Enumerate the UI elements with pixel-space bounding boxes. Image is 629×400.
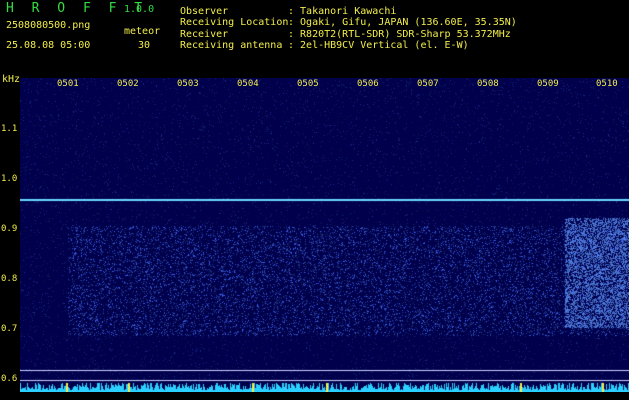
location-value: : Ogaki, Gifu, JAPAN (136.60E, 35.35N) [288, 17, 517, 28]
y-tick: 1.0 [1, 174, 18, 184]
x-tick: 0502 [117, 79, 139, 89]
x-tick: 0510 [596, 79, 618, 89]
antenna-key: Receiving antenna [180, 40, 283, 51]
observer-value: : Takanori Kawachi [288, 6, 397, 17]
meteor-count: 30 [138, 40, 151, 51]
y-axis-unit: kHz [2, 74, 21, 85]
antenna-value: : 2el-HB9CV Vertical (el. E-W) [288, 40, 469, 51]
receiver-value: : R820T2(RTL-SDR) SDR-Sharp 53.372MHz [288, 29, 511, 40]
app-version: 1.0.0 [124, 4, 155, 15]
y-tick: 0.6 [1, 374, 18, 384]
x-tick: 0507 [417, 79, 439, 89]
spectrogram-plot [20, 78, 629, 392]
location-key: Receiving Location [180, 17, 289, 28]
receiver-key: Receiver [180, 29, 229, 40]
x-tick: 0509 [537, 79, 559, 89]
x-tick: 0504 [237, 79, 259, 89]
file-datetime: 25.08.08 05:00 [6, 40, 91, 51]
y-tick: 0.9 [1, 224, 18, 234]
observer-key: Observer [180, 6, 229, 17]
x-tick: 0501 [57, 79, 79, 89]
y-tick: 1.1 [1, 124, 18, 134]
y-tick: 0.7 [1, 324, 18, 334]
x-tick: 0506 [357, 79, 379, 89]
x-tick: 0505 [297, 79, 319, 89]
spectrogram-canvas [20, 78, 629, 392]
file-name: 2508080500.png [6, 20, 91, 31]
x-tick: 0503 [177, 79, 199, 89]
x-tick: 0508 [477, 79, 499, 89]
y-tick: 0.8 [1, 274, 18, 284]
meteor-label: meteor [124, 26, 161, 37]
